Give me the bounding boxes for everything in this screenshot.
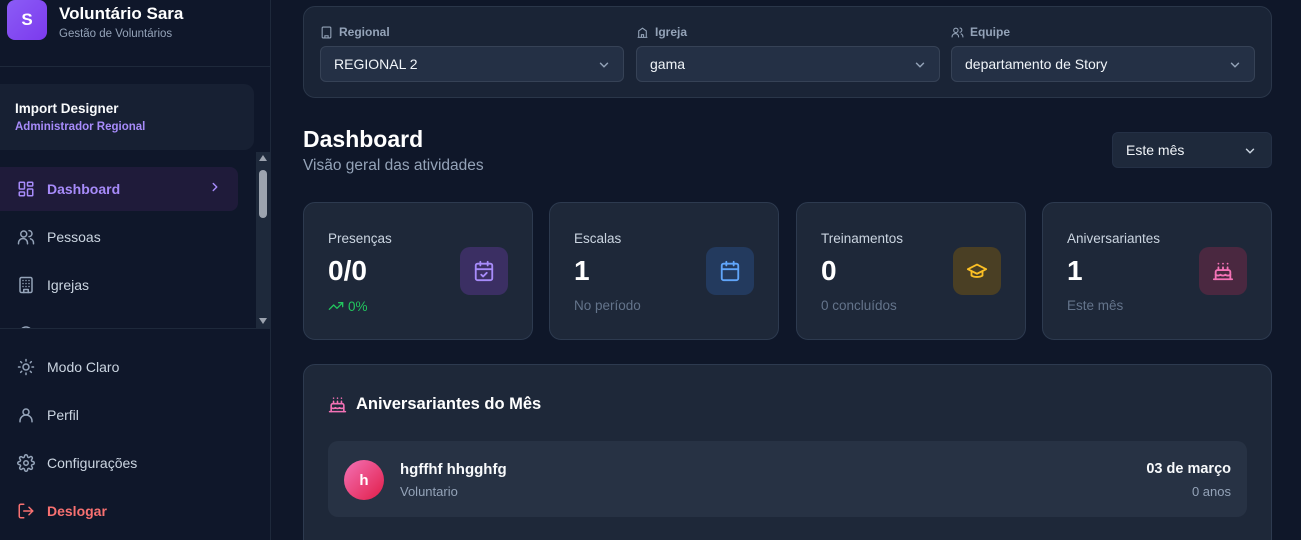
theme-toggle-button[interactable]: Modo Claro — [0, 347, 260, 387]
profile-label: Perfil — [47, 407, 79, 423]
period-select[interactable]: Este mês — [1112, 132, 1272, 168]
stat-value: 0/0 — [328, 255, 367, 286]
sidebar-item-pessoas[interactable]: Pessoas — [0, 215, 238, 259]
stat-sub: Este mês — [1067, 298, 1124, 313]
user-role: Administrador Regional — [15, 121, 146, 133]
scroll-thumb[interactable] — [259, 170, 267, 218]
user-icon — [16, 405, 36, 425]
list-item[interactable]: h hgffhf hhgghfg Voluntario 03 de março … — [328, 441, 1247, 517]
filter-regional: Regional REGIONAL 2 — [320, 24, 624, 82]
igreja-select[interactable]: gama — [636, 46, 940, 82]
stat-trend: 0% — [328, 298, 368, 314]
chevron-right-icon — [208, 180, 222, 197]
chevron-down-icon — [597, 58, 611, 75]
select-value: departamento de Story — [965, 56, 1108, 72]
stat-sub: 0 concluídos — [821, 298, 897, 313]
sidebar-scrollbar[interactable] — [256, 152, 270, 328]
birthdays-title: Aniversariantes do Mês — [328, 395, 541, 414]
stat-sub: 0% — [348, 298, 368, 314]
filter-equipe: Equipe departamento de Story — [951, 24, 1255, 82]
sidebar: S Voluntário Sara Gestão de Voluntários … — [0, 0, 271, 540]
page-subtitle: Visão geral das atividades — [303, 157, 484, 174]
calendar-icon — [706, 247, 754, 295]
dashboard-icon — [16, 179, 36, 199]
chevron-down-icon — [913, 58, 927, 75]
logout-button[interactable]: Deslogar — [0, 491, 260, 531]
stat-card-escalas[interactable]: Escalas 1 No período — [549, 202, 779, 340]
divider — [0, 328, 270, 329]
sidebar-item-label: Pessoas — [47, 229, 101, 245]
building-icon — [16, 275, 36, 295]
stat-label: Escalas — [574, 231, 622, 246]
stat-card-presencas[interactable]: Presenças 0/0 0% — [303, 202, 533, 340]
logout-icon — [16, 501, 36, 521]
users-icon — [16, 227, 36, 247]
stat-value: 1 — [574, 255, 590, 286]
sidebar-item-dashboard[interactable]: Dashboard — [0, 167, 238, 211]
person-role: Voluntario — [400, 484, 458, 499]
filter-label-text: Regional — [339, 25, 390, 39]
theme-toggle-label: Modo Claro — [47, 359, 120, 375]
user-card: Import Designer Administrador Regional — [0, 84, 254, 150]
person-name: hgffhf hhgghfg — [400, 461, 507, 478]
scroll-up-icon[interactable] — [259, 155, 267, 161]
filters-panel: Regional REGIONAL 2 Igreja gama Equipe d… — [303, 6, 1272, 98]
sidebar-item-partial[interactable] — [0, 311, 238, 328]
filter-label-text: Equipe — [970, 25, 1011, 39]
avatar: h — [344, 460, 384, 500]
period-value: Este mês — [1126, 142, 1185, 158]
brand-subtitle: Gestão de Voluntários — [59, 28, 173, 40]
cake-icon — [1199, 247, 1247, 295]
page-title: Dashboard — [303, 126, 424, 152]
stat-label: Presenças — [328, 231, 392, 246]
brand[interactable]: S Voluntário Sara Gestão de Voluntários — [7, 0, 270, 66]
sidebar-item-igrejas[interactable]: Igrejas — [0, 263, 238, 307]
select-value: gama — [650, 56, 686, 72]
birthdays-panel: Aniversariantes do Mês h hgffhf hhgghfg … — [303, 364, 1272, 540]
stat-value: 1 — [1067, 255, 1083, 286]
scroll-down-icon[interactable] — [259, 318, 267, 324]
stat-value: 0 — [821, 255, 837, 286]
filter-equipe-label: Equipe — [951, 24, 1255, 40]
settings-button[interactable]: Configurações — [0, 443, 260, 483]
stat-card-treinamentos[interactable]: Treinamentos 0 0 concluídos — [796, 202, 1026, 340]
building-icon — [321, 26, 332, 38]
logout-label: Deslogar — [47, 503, 107, 519]
sun-icon — [16, 357, 36, 377]
cake-icon — [328, 397, 347, 413]
stat-label: Treinamentos — [821, 231, 904, 246]
filter-regional-label: Regional — [320, 24, 624, 40]
gear-icon — [16, 453, 36, 473]
sidebar-item-label: Igrejas — [47, 277, 90, 293]
filter-label-text: Igreja — [655, 25, 688, 39]
calendar-check-icon — [460, 247, 508, 295]
birthday-age: 0 anos — [1191, 484, 1231, 499]
sidebar-nav: Dashboard Pessoas Igrejas — [0, 152, 270, 328]
stat-label: Aniversariantes — [1067, 231, 1161, 246]
graduation-cap-icon — [953, 247, 1001, 295]
stat-sub: No período — [574, 298, 641, 313]
chevron-down-icon — [1228, 58, 1242, 75]
chevron-down-icon — [1243, 144, 1257, 161]
filter-igreja: Igreja gama — [636, 24, 940, 82]
equipe-select[interactable]: departamento de Story — [951, 46, 1255, 82]
users-icon — [951, 26, 964, 37]
sidebar-item-label: Dashboard — [47, 181, 121, 197]
trending-up-icon — [328, 302, 344, 310]
divider — [0, 66, 270, 67]
church-icon — [637, 27, 648, 38]
profile-button[interactable]: Perfil — [0, 395, 260, 435]
brand-title: Voluntário Sara — [59, 4, 184, 23]
user-name: Import Designer — [15, 101, 119, 116]
birthdays-title-text: Aniversariantes do Mês — [356, 395, 542, 413]
filter-igreja-label: Igreja — [636, 24, 940, 40]
select-value: REGIONAL 2 — [334, 56, 418, 72]
regional-select[interactable]: REGIONAL 2 — [320, 46, 624, 82]
brand-logo: S — [7, 0, 47, 40]
birthday-date: 03 de março — [1146, 461, 1231, 477]
settings-label: Configurações — [47, 455, 138, 471]
stat-card-aniversariantes[interactable]: Aniversariantes 1 Este mês — [1042, 202, 1272, 340]
